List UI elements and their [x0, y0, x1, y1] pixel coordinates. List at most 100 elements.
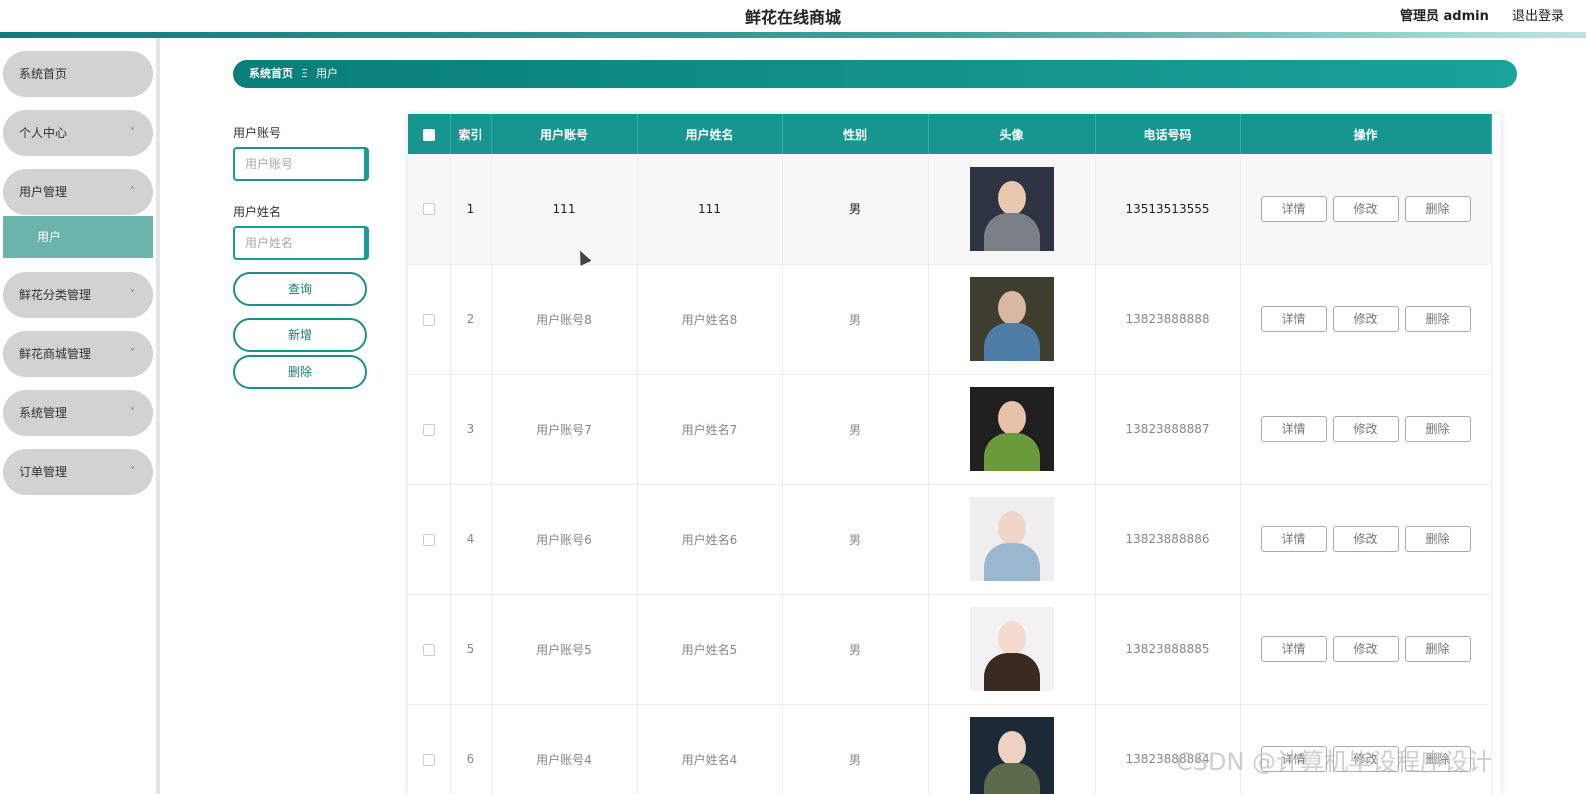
column-header: 性别 [782, 114, 929, 154]
account-search-input[interactable] [233, 147, 369, 181]
chevron-down-icon: ˅ [130, 407, 135, 418]
avatar-cell [928, 594, 1096, 705]
gender-cell: 男 [782, 264, 929, 375]
header-divider [0, 32, 1586, 38]
table-row: 3 用户账号7 用户姓名7 男 13823888887 详情 修改 删除 [408, 374, 1492, 485]
edit-button[interactable]: 修改 [1332, 526, 1399, 552]
gender-cell: 男 [782, 704, 929, 794]
row-select-cell [408, 594, 451, 705]
select-all-checkbox[interactable] [422, 128, 435, 141]
avatar-body [983, 323, 1040, 361]
sidebar-item-flower-shop[interactable]: 鲜花商城管理 ˅ [3, 331, 153, 377]
delete-button[interactable]: 删除 [1404, 636, 1471, 662]
avatar-head [997, 180, 1026, 215]
account-label: 用户账号 [233, 126, 282, 140]
chevron-down-icon: ˅ [130, 348, 135, 359]
row-checkbox[interactable] [422, 533, 435, 546]
breadcrumb-current: 用户 [315, 67, 338, 80]
avatar [969, 607, 1054, 691]
gender-cell: 男 [782, 154, 929, 265]
breadcrumb-separator-icon: Ξ [301, 67, 308, 80]
sidebar-item-orders[interactable]: 订单管理 ˅ [3, 449, 153, 495]
actions-cell: 详情 修改 删除 [1240, 264, 1492, 375]
detail-button[interactable]: 详情 [1260, 306, 1327, 332]
breadcrumb: 系统首页 Ξ 用户 [233, 60, 1517, 88]
sidebar-item-system[interactable]: 系统管理 ˅ [3, 390, 153, 436]
avatar [969, 166, 1054, 251]
row-checkbox[interactable] [422, 423, 435, 436]
actions-cell: 详情 修改 删除 [1240, 154, 1492, 265]
avatar-head [997, 731, 1026, 765]
sidebar-item-label: 鲜花分类管理 [19, 288, 92, 302]
breadcrumb-home[interactable]: 系统首页 [249, 67, 293, 80]
phone-cell: 13513513555 [1095, 154, 1241, 265]
avatar-head [997, 401, 1026, 435]
add-button[interactable]: 新增 [233, 318, 367, 352]
sidebar-item-label: 系统管理 [19, 406, 68, 420]
account-cell: 用户账号7 [491, 374, 638, 485]
sidebar-item-label: 系统首页 [19, 67, 68, 81]
chevron-up-icon: ˄ [130, 186, 135, 197]
delete-button[interactable]: 删除 [1404, 416, 1471, 442]
name-label: 用户姓名 [233, 205, 282, 219]
delete-button[interactable]: 删除 [1404, 306, 1471, 332]
avatar-cell [928, 704, 1096, 794]
edit-button[interactable]: 修改 [1332, 306, 1399, 332]
watermark: CSDN @计算机毕设程序设计 [1176, 748, 1493, 776]
name-cell: 用户姓名5 [637, 594, 783, 705]
edit-button[interactable]: 修改 [1332, 195, 1399, 222]
table-header-row: 索引 用户账号 用户姓名 性别 头像 电话号码 操作 [408, 114, 1492, 154]
name-cell: 111 [637, 154, 783, 265]
avatar [969, 277, 1054, 361]
detail-button[interactable]: 详情 [1260, 416, 1327, 442]
chevron-down-icon: ˅ [130, 466, 135, 477]
sidebar-item-user-management[interactable]: 用户管理 ˄ [3, 169, 153, 215]
table-row: 5 用户账号5 用户姓名5 男 13823888885 详情 修改 删除 [408, 594, 1492, 705]
row-checkbox[interactable] [422, 203, 435, 216]
avatar-body [983, 212, 1040, 251]
row-checkbox[interactable] [422, 313, 435, 326]
batch-delete-button[interactable]: 删除 [233, 355, 367, 389]
name-search-input[interactable] [233, 226, 369, 260]
sidebar-item-home[interactable]: 系统首页 [3, 51, 153, 97]
avatar [969, 497, 1054, 581]
row-checkbox[interactable] [422, 643, 435, 656]
actions-cell: 详情 修改 删除 [1240, 594, 1492, 705]
edit-button[interactable]: 修改 [1332, 636, 1399, 662]
table-row: 1 111 111 男 13513513555 详情 修改 删除 [408, 154, 1492, 265]
query-button[interactable]: 查询 [233, 272, 367, 306]
row-select-cell [408, 374, 451, 485]
sidebar-item-profile[interactable]: 个人中心 ˅ [3, 110, 153, 156]
row-select-cell [408, 154, 451, 265]
detail-button[interactable]: 详情 [1260, 636, 1327, 662]
app-title: 鲜花在线商城 [744, 8, 841, 27]
account-cell: 用户账号8 [491, 264, 638, 375]
name-cell: 用户姓名4 [637, 704, 783, 794]
detail-button[interactable]: 详情 [1260, 195, 1327, 222]
sidebar-item-label: 鲜花商城管理 [19, 347, 92, 361]
chevron-down-icon: ˅ [130, 289, 135, 300]
name-cell: 用户姓名7 [637, 374, 783, 485]
avatar-cell [928, 264, 1096, 375]
phone-cell: 13823888886 [1095, 484, 1241, 595]
avatar-head [997, 291, 1026, 325]
chevron-down-icon: ˅ [130, 127, 135, 138]
row-select-cell [408, 484, 451, 595]
index-cell: 1 [450, 154, 492, 265]
phone-cell: 13823888885 [1095, 594, 1241, 705]
delete-button[interactable]: 删除 [1404, 526, 1471, 552]
index-cell: 3 [450, 374, 492, 485]
name-cell: 用户姓名8 [637, 264, 783, 375]
delete-button[interactable]: 删除 [1404, 195, 1471, 222]
top-bar: 鲜花在线商城 管理员 admin 退出登录 [0, 0, 1586, 32]
column-header: 电话号码 [1095, 114, 1241, 154]
edit-button[interactable]: 修改 [1332, 416, 1399, 442]
column-header: 索引 [450, 114, 492, 154]
logout-link[interactable]: 退出登录 [1512, 5, 1564, 24]
sidebar-item-flower-category[interactable]: 鲜花分类管理 ˅ [3, 272, 153, 318]
avatar-body [983, 763, 1040, 794]
phone-cell: 13823888887 [1095, 374, 1241, 485]
sidebar-subitem-users[interactable]: 用户 [3, 216, 153, 258]
row-checkbox[interactable] [422, 753, 435, 766]
detail-button[interactable]: 详情 [1260, 526, 1327, 552]
